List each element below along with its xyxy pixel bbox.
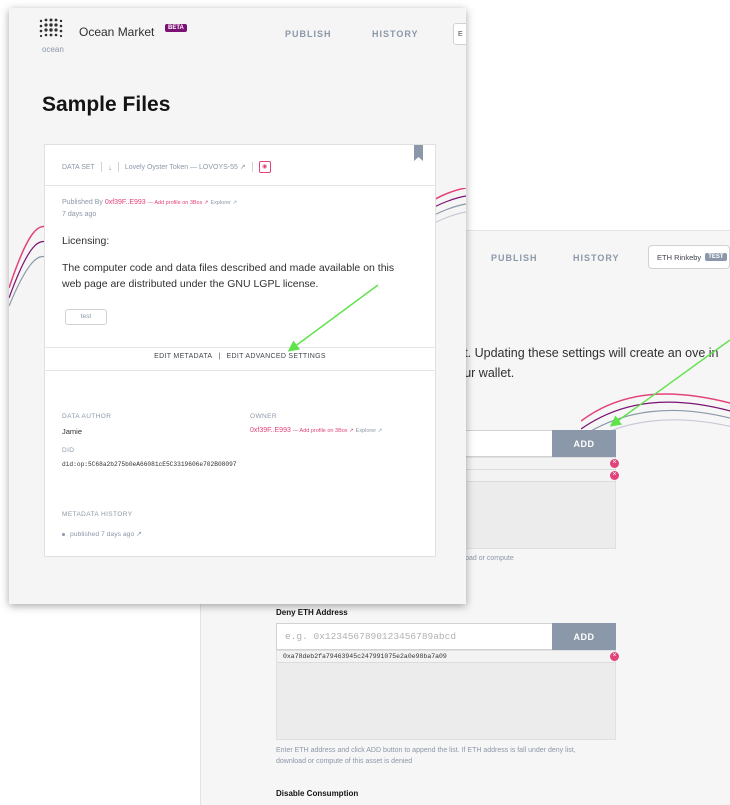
- deny-label: Deny ETH Address: [276, 608, 348, 617]
- history-item-text: published 7 days ago ↗: [70, 531, 142, 538]
- explorer-link[interactable]: Explorer ↗: [210, 200, 237, 206]
- asset-type: DATA SET: [62, 163, 95, 171]
- datatoken-link[interactable]: Lovely Oyster Token — LOVOYS-55 ↗: [125, 163, 246, 171]
- divider: [117, 162, 119, 172]
- action-separator: |: [218, 353, 221, 360]
- owner-explorer-link[interactable]: Explorer ↗: [356, 428, 383, 434]
- disable-consumption-label: Disable Consumption: [276, 789, 359, 798]
- network-selector[interactable]: E: [453, 23, 466, 45]
- add-profile-link[interactable]: — Add profile on 3Box ↗: [148, 200, 209, 206]
- network-badge: TEST: [705, 253, 727, 261]
- download-icon: ↓: [107, 162, 112, 172]
- remove-icon[interactable]: ×: [610, 459, 619, 468]
- publisher-info: Published By 0xf39F..E993 — Add profile …: [62, 197, 237, 220]
- remove-icon[interactable]: ×: [610, 652, 619, 661]
- owner-label: OWNER: [250, 413, 277, 420]
- network-label: ETH Rinkeby: [657, 252, 702, 262]
- divider: [100, 162, 102, 172]
- deny-help-text: Enter ETH address and click ADD button t…: [276, 747, 576, 765]
- did-label: DID: [62, 447, 75, 454]
- divider: [45, 370, 435, 371]
- author-label: DATA AUTHOR: [62, 413, 112, 420]
- allow-add-button[interactable]: ADD: [552, 430, 616, 457]
- divider: [45, 185, 435, 186]
- history-item[interactable]: published 7 days ago ↗: [62, 530, 142, 538]
- owner-add-profile-link[interactable]: — Add profile on 3Box ↗: [293, 428, 354, 434]
- asset-details-window: Ocean Market BETA ocean PUBLISH HISTORY …: [9, 8, 466, 604]
- divider: [251, 162, 253, 172]
- edit-actions: EDIT METADATA | EDIT ADVANCED SETTINGS: [45, 353, 435, 360]
- deny-add-button[interactable]: ADD: [552, 623, 616, 650]
- brand-name[interactable]: Ocean Market: [79, 25, 154, 39]
- owner-address[interactable]: 0xf39F..E993: [250, 427, 291, 434]
- history-label: METADATA HISTORY: [62, 511, 133, 518]
- edit-advanced-settings-link[interactable]: EDIT ADVANCED SETTINGS: [227, 353, 326, 360]
- author-value: Jamie: [62, 427, 83, 436]
- token-symbol-icon: ◉: [258, 161, 271, 173]
- nav-history[interactable]: HISTORY: [573, 253, 620, 263]
- list-item: 0xa78deb2fa79463945c247991075e2a0e98ba7a…: [277, 651, 619, 663]
- nav-publish[interactable]: PUBLISH: [491, 253, 538, 263]
- divider: [45, 347, 435, 348]
- published-by-label: Published By: [62, 199, 103, 206]
- deny-address-row: e.g. 0x1234567890123456789abcd ADD: [276, 623, 616, 650]
- list-item-text: 0xa78deb2fa79463945c247991075e2a0e98ba7a…: [283, 653, 447, 660]
- remove-icon[interactable]: ×: [610, 471, 619, 480]
- beta-badge: BETA: [165, 24, 187, 32]
- asset-card: DATA SET ↓ Lovely Oyster Token — LOVOYS-…: [44, 144, 436, 557]
- deny-address-list: 0xa78deb2fa79463945c247991075e2a0e98ba7a…: [276, 650, 619, 740]
- bookmark-icon[interactable]: [414, 145, 423, 161]
- page-title: Sample Files: [42, 93, 171, 116]
- brand-subtitle: ocean: [42, 45, 64, 54]
- deny-address-input[interactable]: e.g. 0x1234567890123456789abcd: [276, 623, 552, 650]
- edit-metadata-link[interactable]: EDIT METADATA: [154, 353, 212, 360]
- bullet-icon: [62, 532, 65, 536]
- did-value: did:op:5C68a2b275b0eA66081cE5C3319606e70…: [62, 461, 237, 468]
- nav-history[interactable]: HISTORY: [372, 29, 419, 39]
- tag-chip[interactable]: test: [65, 309, 107, 325]
- published-ago: 7 days ago: [62, 211, 97, 218]
- asset-meta-row: DATA SET ↓ Lovely Oyster Token — LOVOYS-…: [62, 161, 271, 173]
- licensing-heading: Licensing:: [62, 235, 110, 247]
- owner-info: 0xf39F..E993 — Add profile on 3Box ↗ Exp…: [250, 427, 382, 434]
- publisher-address[interactable]: 0xf39F..E993: [105, 199, 146, 206]
- nav-publish[interactable]: PUBLISH: [285, 29, 332, 39]
- settings-intro-text: set. Updating these settings will create…: [451, 346, 719, 380]
- ocean-logo-icon[interactable]: [37, 17, 67, 43]
- licensing-text: The computer code and data files describ…: [62, 262, 395, 290]
- network-selector[interactable]: ETH Rinkeby TEST: [648, 245, 730, 269]
